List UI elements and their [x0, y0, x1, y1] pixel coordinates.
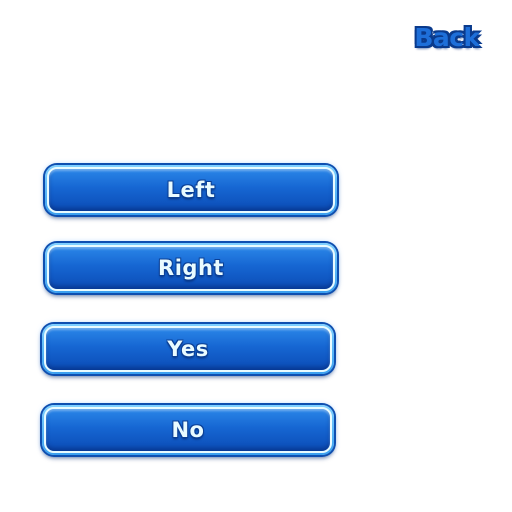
yes-button-label: Yes: [167, 337, 209, 361]
yes-button[interactable]: Yes: [42, 324, 334, 374]
right-button[interactable]: Right: [45, 243, 337, 293]
left-button-face: Left: [47, 167, 335, 213]
left-button[interactable]: Left: [45, 165, 337, 215]
right-button-label: Right: [158, 256, 224, 280]
left-button-label: Left: [166, 178, 216, 202]
no-button-label: No: [171, 418, 205, 442]
game-menu-screen: Back Left Right Yes No: [0, 0, 512, 512]
yes-button-face: Yes: [44, 326, 332, 372]
right-button-face: Right: [47, 245, 335, 291]
back-button-label: Back: [413, 21, 482, 53]
no-button[interactable]: No: [42, 405, 334, 455]
no-button-face: No: [44, 407, 332, 453]
back-button[interactable]: Back: [407, 18, 487, 56]
